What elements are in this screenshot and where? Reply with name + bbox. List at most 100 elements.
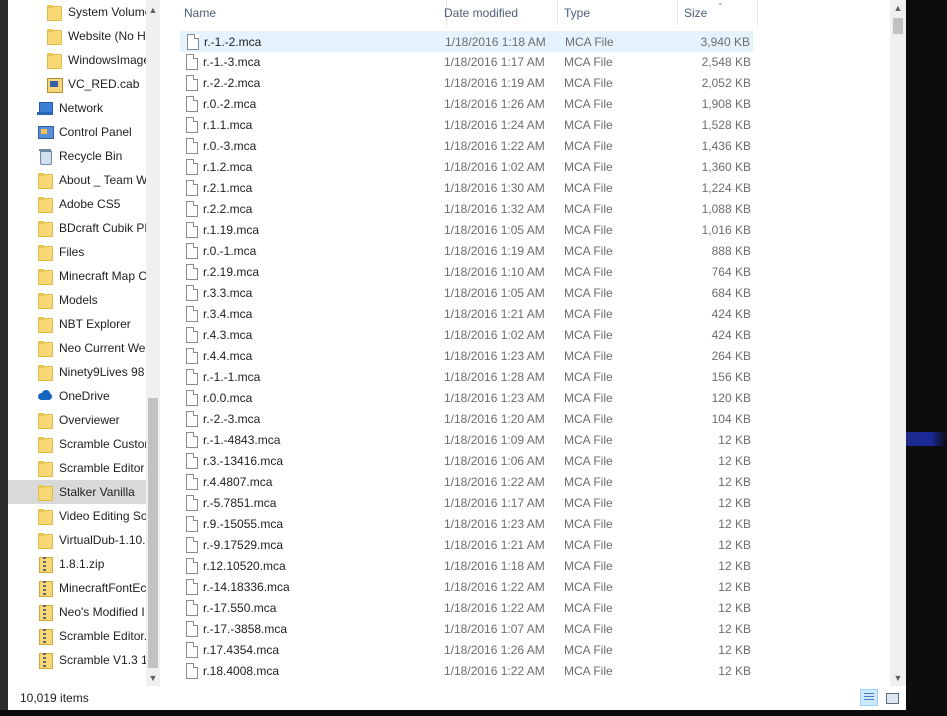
file-date-modified: 1/18/2016 1:23 AM bbox=[444, 349, 545, 363]
file-row[interactable]: r.-1.-2.mca 1/18/2016 1:18 AM MCA File 3,94… bbox=[180, 31, 753, 52]
file-row[interactable]: r.-1.-3.mca 1/18/2016 1:17 AM MCA File 2,54… bbox=[180, 52, 753, 73]
file-row[interactable]: r.-17.550.mca 1/18/2016 1:22 AM MCA File 12… bbox=[180, 598, 753, 619]
file-row[interactable]: r.4.4807.mca 1/18/2016 1:22 AM MCA File 12 … bbox=[180, 472, 753, 493]
file-row[interactable]: r.0.-3.mca 1/18/2016 1:22 AM MCA File 1,436… bbox=[180, 136, 753, 157]
nav-item[interactable]: Scramble Editor bbox=[8, 456, 146, 480]
file-type: MCA File bbox=[564, 202, 613, 216]
nav-item[interactable]: WindowsImage bbox=[8, 48, 150, 72]
file-row[interactable]: r.2.19.mca 1/18/2016 1:10 AM MCA File 764 K… bbox=[180, 262, 753, 283]
nav-item[interactable]: Scramble Custor bbox=[8, 432, 148, 456]
folder-icon bbox=[37, 484, 53, 501]
nav-item[interactable]: Ninety9Lives 98 bbox=[8, 360, 146, 384]
folder-icon bbox=[46, 28, 62, 45]
file-row[interactable]: r.-17.-3858.mca 1/18/2016 1:07 AM MCA File… bbox=[180, 619, 753, 640]
nav-item[interactable]: Adobe CS5 bbox=[8, 192, 146, 216]
file-row[interactable]: r.-1.-1.mca 1/18/2016 1:28 AM MCA File 156 … bbox=[180, 367, 753, 388]
file-list-scrollbar[interactable]: ▲ ▼ bbox=[890, 0, 906, 686]
nav-item[interactable]: 1.8.1.zip bbox=[8, 552, 146, 576]
nav-item[interactable]: BDcraft Cubik PF bbox=[8, 216, 152, 240]
file-type: MCA File bbox=[564, 622, 613, 636]
nav-item[interactable]: System Volume bbox=[8, 0, 151, 24]
nav-item-label: Neo Current We bbox=[59, 341, 146, 355]
scroll-up-icon[interactable]: ▲ bbox=[890, 0, 906, 16]
file-name: r.-2.-3.mca bbox=[203, 412, 261, 426]
nav-item[interactable]: VirtualDub-1.10. bbox=[8, 528, 146, 552]
file-row[interactable]: r.2.2.mca 1/18/2016 1:32 AM MCA File 1,088 … bbox=[180, 199, 753, 220]
file-row[interactable]: r.-14.18336.mca 1/18/2016 1:22 AM MCA File… bbox=[180, 577, 753, 598]
file-row[interactable]: r.3.3.mca 1/18/2016 1:05 AM MCA File 684 KB bbox=[180, 283, 753, 304]
file-row[interactable]: r.2.1.mca 1/18/2016 1:30 AM MCA File 1,224 … bbox=[180, 178, 753, 199]
nav-item[interactable]: Network bbox=[8, 96, 146, 120]
nav-item[interactable]: OneDrive bbox=[8, 384, 146, 408]
large-icons-view-button[interactable] bbox=[882, 689, 900, 706]
nav-item[interactable]: Video Editing So bbox=[8, 504, 148, 528]
file-row[interactable]: r.12.10520.mca 1/18/2016 1:18 AM MCA File 1… bbox=[180, 556, 753, 577]
file-row[interactable]: r.0.-1.mca 1/18/2016 1:19 AM MCA File 888 K… bbox=[180, 241, 753, 262]
recycle-bin-icon bbox=[37, 148, 53, 165]
file-type: MCA File bbox=[564, 433, 613, 447]
control-panel-icon bbox=[37, 124, 54, 140]
file-size: 12 KB bbox=[718, 601, 751, 615]
file-icon bbox=[186, 96, 198, 112]
file-row[interactable]: r.4.4.mca 1/18/2016 1:23 AM MCA File 264 KB bbox=[180, 346, 753, 367]
nav-item[interactable]: MinecraftFontEc bbox=[8, 576, 146, 600]
file-name: r.3.4.mca bbox=[203, 307, 253, 321]
scroll-down-icon[interactable]: ▼ bbox=[890, 670, 906, 686]
file-type: MCA File bbox=[564, 496, 613, 510]
file-row[interactable]: r.0.-2.mca 1/18/2016 1:26 AM MCA File 1,908… bbox=[180, 94, 753, 115]
file-size: 264 KB bbox=[711, 349, 751, 363]
nav-item[interactable]: VC_RED.cab bbox=[8, 72, 146, 96]
nav-item[interactable]: Files bbox=[8, 240, 146, 264]
file-date-modified: 1/18/2016 1:05 AM bbox=[444, 286, 545, 300]
cab-file-icon bbox=[46, 76, 63, 93]
nav-item[interactable]: Scramble V1.3 1. bbox=[8, 648, 151, 672]
file-row[interactable]: r.0.0.mca 1/18/2016 1:23 AM MCA File 120 KB bbox=[180, 388, 753, 409]
file-row[interactable]: r.1.19.mca 1/18/2016 1:05 AM MCA File 1,016… bbox=[180, 220, 753, 241]
file-row[interactable]: r.1.2.mca 1/18/2016 1:02 AM MCA File 1,360 … bbox=[180, 157, 753, 178]
nav-item[interactable]: Minecraft Map C bbox=[8, 264, 147, 288]
scroll-up-icon[interactable]: ▲ bbox=[146, 2, 160, 18]
nav-item[interactable]: Overviewer bbox=[8, 408, 146, 432]
file-row[interactable]: r.-1.-4843.mca 1/18/2016 1:09 AM MCA File 1… bbox=[180, 430, 753, 451]
column-header-name[interactable]: Name bbox=[178, 0, 447, 26]
nav-item[interactable]: Neo's Modified I bbox=[8, 600, 146, 624]
file-size: 12 KB bbox=[718, 538, 751, 552]
nav-item[interactable]: Website (No H bbox=[8, 24, 146, 48]
file-row[interactable]: r.4.3.mca 1/18/2016 1:02 AM MCA File 424 KB bbox=[180, 325, 753, 346]
file-row[interactable]: r.18.4008.mca 1/18/2016 1:22 AM MCA File 12… bbox=[180, 661, 753, 682]
nav-item[interactable]: NBT Explorer bbox=[8, 312, 146, 336]
details-view-button[interactable] bbox=[860, 689, 878, 706]
file-row[interactable]: r.9.-15055.mca 1/18/2016 1:23 AM MCA File 1… bbox=[180, 514, 753, 535]
nav-item[interactable]: Stalker Vanilla bbox=[8, 480, 146, 504]
file-row[interactable]: r.-2.-3.mca 1/18/2016 1:20 AM MCA File 104 … bbox=[180, 409, 753, 430]
file-icon bbox=[186, 243, 198, 259]
file-row[interactable]: r.-2.-2.mca 1/18/2016 1:19 AM MCA File 2,05… bbox=[180, 73, 753, 94]
navigation-scrollbar[interactable]: ▲ ▼ bbox=[146, 0, 160, 686]
nav-item-label: Models bbox=[59, 293, 98, 307]
column-header-date-modified[interactable]: Date modified bbox=[438, 0, 558, 26]
scroll-down-icon[interactable]: ▼ bbox=[146, 670, 160, 686]
file-row[interactable]: r.3.-13416.mca 1/18/2016 1:06 AM MCA File 1… bbox=[180, 451, 753, 472]
scrollbar-thumb[interactable] bbox=[148, 398, 158, 668]
nav-item[interactable]: Control Panel bbox=[8, 120, 146, 144]
scrollbar-thumb[interactable] bbox=[893, 18, 903, 34]
nav-item[interactable]: Neo Current We bbox=[8, 336, 146, 360]
file-date-modified: 1/18/2016 1:21 AM bbox=[444, 307, 545, 321]
column-header-type[interactable]: Type bbox=[558, 0, 678, 26]
file-size: 12 KB bbox=[718, 580, 751, 594]
nav-item[interactable]: Models bbox=[8, 288, 146, 312]
file-name: r.1.19.mca bbox=[203, 223, 260, 237]
zip-icon bbox=[37, 652, 53, 669]
nav-item-label: WindowsImage bbox=[68, 53, 151, 67]
file-row[interactable]: r.1.1.mca 1/18/2016 1:24 AM MCA File 1,528 … bbox=[180, 115, 753, 136]
folder-icon bbox=[37, 364, 53, 381]
nav-item[interactable]: About _ Team W bbox=[8, 168, 148, 192]
file-date-modified: 1/18/2016 1:06 AM bbox=[444, 454, 545, 468]
nav-item[interactable]: Scramble Editor. bbox=[8, 624, 147, 648]
file-row[interactable]: r.-5.7851.mca 1/18/2016 1:17 AM MCA File 12… bbox=[180, 493, 753, 514]
file-row[interactable]: r.3.4.mca 1/18/2016 1:21 AM MCA File 424 KB bbox=[180, 304, 753, 325]
desktop-edge-left bbox=[0, 0, 8, 716]
nav-item[interactable]: Recycle Bin bbox=[8, 144, 146, 168]
file-row[interactable]: r.17.4354.mca 1/18/2016 1:26 AM MCA File 12… bbox=[180, 640, 753, 661]
file-row[interactable]: r.-9.17529.mca 1/18/2016 1:21 AM MCA File 1… bbox=[180, 535, 753, 556]
